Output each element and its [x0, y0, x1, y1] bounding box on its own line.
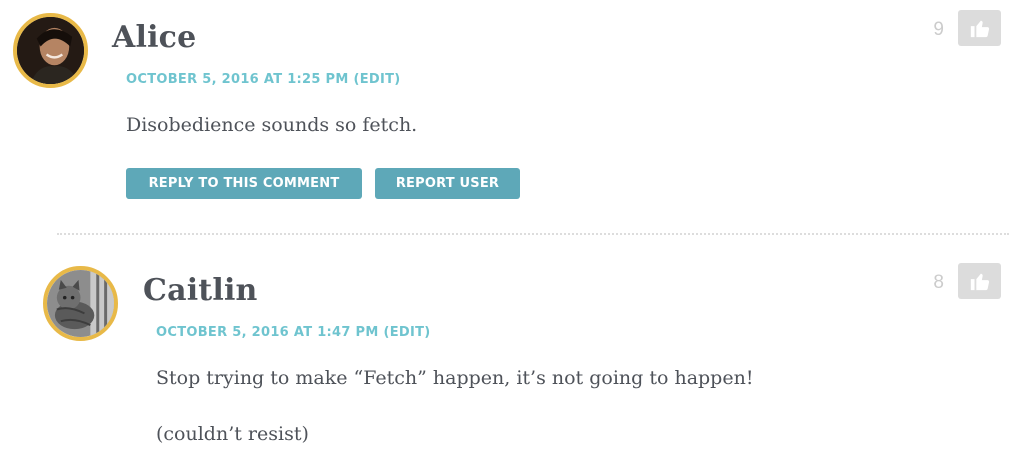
avatar[interactable]	[13, 13, 88, 88]
comment-text: Disobedience sounds so fetch.	[126, 114, 418, 136]
comment-text: Stop trying to make “Fetch” happen, it’s…	[156, 367, 754, 389]
comment-author[interactable]: Alice	[112, 20, 196, 55]
like-button[interactable]	[958, 10, 1001, 46]
reply-button[interactable]: REPLY TO THIS COMMENT	[126, 168, 362, 199]
comment-meta: OCTOBER 5, 2016 AT 1:25 PM (EDIT)	[126, 72, 401, 87]
thumbs-up-icon	[970, 20, 989, 38]
avatar-photo	[47, 270, 114, 337]
vote-count: 9	[933, 19, 944, 40]
comment-author[interactable]: Caitlin	[143, 273, 258, 308]
thumbs-up-icon	[970, 273, 989, 291]
comment-text: (couldn’t resist)	[156, 423, 309, 445]
comment-date[interactable]: OCTOBER 5, 2016 AT 1:25 PM	[126, 72, 349, 87]
edit-link[interactable]: (EDIT)	[353, 72, 400, 87]
report-user-button[interactable]: REPORT USER	[375, 168, 520, 199]
edit-link[interactable]: (EDIT)	[383, 325, 430, 340]
like-button[interactable]	[958, 263, 1001, 299]
vote-count: 8	[933, 272, 944, 293]
comment-meta: OCTOBER 5, 2016 AT 1:47 PM (EDIT)	[156, 325, 431, 340]
comment-divider	[57, 233, 1009, 235]
avatar-photo	[17, 17, 84, 84]
comment-date[interactable]: OCTOBER 5, 2016 AT 1:47 PM	[156, 325, 379, 340]
avatar[interactable]	[43, 266, 118, 341]
